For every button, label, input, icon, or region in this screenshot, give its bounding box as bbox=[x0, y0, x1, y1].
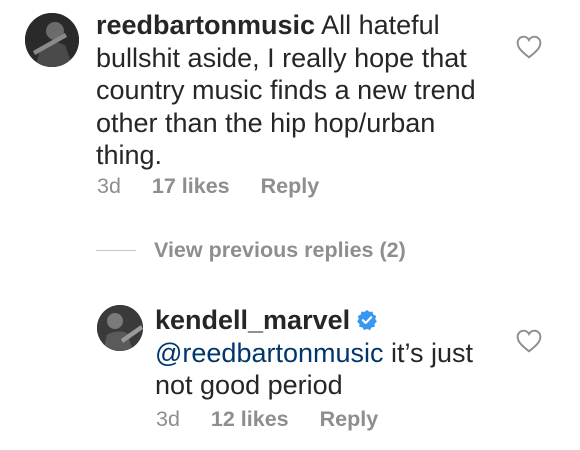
comment-likes[interactable]: 12 likes bbox=[211, 407, 289, 432]
comment-username[interactable]: reedbartonmusic bbox=[96, 10, 315, 40]
verified-badge-icon bbox=[356, 309, 378, 331]
divider-line bbox=[96, 250, 136, 251]
mention-link[interactable]: @reedbartonmusic bbox=[155, 338, 384, 368]
comment-username[interactable]: kendell_marvel bbox=[155, 305, 350, 335]
comment-likes[interactable]: 17 likes bbox=[152, 174, 230, 199]
like-heart-icon[interactable] bbox=[516, 35, 542, 59]
comment-time: 3d bbox=[97, 174, 121, 198]
view-previous-replies-button[interactable]: View previous replies (2) bbox=[96, 238, 406, 263]
reply-button[interactable]: Reply bbox=[320, 407, 379, 432]
avatar[interactable] bbox=[25, 13, 79, 67]
reply-meta: 3d 12 likes Reply bbox=[156, 407, 378, 432]
view-previous-label: View previous replies (2) bbox=[154, 238, 406, 262]
avatar[interactable] bbox=[97, 305, 143, 351]
like-heart-icon[interactable] bbox=[516, 329, 542, 353]
reply-body: kendell_marvel @reedbartonmusic it’s just… bbox=[155, 304, 500, 402]
reply-button[interactable]: Reply bbox=[261, 174, 320, 199]
comment-body: reedbartonmusic All hateful bullshit asi… bbox=[96, 9, 506, 172]
avatar-photo bbox=[97, 305, 143, 351]
comment-time: 3d bbox=[156, 407, 180, 431]
avatar-photo bbox=[25, 13, 79, 67]
comment-meta: 3d 17 likes Reply bbox=[97, 174, 319, 199]
